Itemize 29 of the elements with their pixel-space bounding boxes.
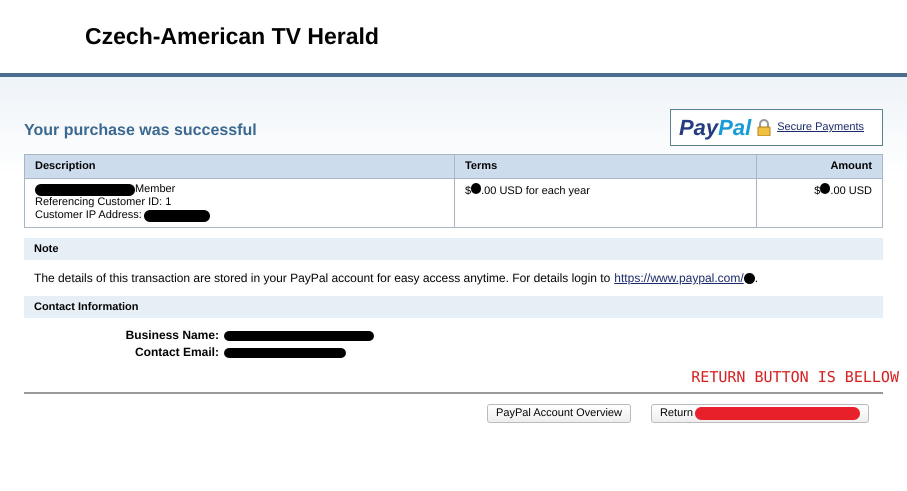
terms-text: .00 USD for each year [481, 184, 590, 199]
return-button[interactable]: Return [650, 404, 869, 422]
padlock-icon [757, 119, 772, 136]
account-overview-button[interactable]: PayPal Account Overview [487, 404, 631, 422]
description-text: Customer IP Address: [35, 209, 142, 222]
terms-text: $ [465, 184, 472, 199]
redaction-mark [820, 183, 830, 194]
column-header: Terms [454, 155, 756, 178]
description-text: Member [135, 183, 176, 196]
site-title: Czech-American TV Herald [85, 22, 379, 52]
section-header: Note [24, 238, 883, 260]
paypal-link[interactable]: https://www.paypal.com/ [614, 269, 744, 287]
column-header: Amount [756, 155, 882, 178]
amount-text: .00 USD [830, 184, 872, 199]
secure-payments-link[interactable]: Secure Payments [777, 119, 864, 136]
annotation-text: RETURN BUTTON IS BELLOW [690, 367, 899, 388]
description-text: Referencing Customer ID: 1 [35, 196, 172, 209]
redaction-mark [744, 272, 755, 284]
success-heading: Your purchase was successful [24, 121, 257, 141]
section-header: Contact Information [24, 296, 883, 318]
column-header: Description [34, 159, 97, 174]
contact-label: Business Name: [124, 327, 220, 344]
note-text: The details of this transaction are stored in your PayPal account for easy access anytime. For details login to [34, 270, 610, 287]
redaction-mark [144, 210, 210, 222]
redaction-mark [471, 183, 482, 194]
amount-text: $ [814, 184, 820, 199]
contact-label: Contact Email: [134, 344, 220, 361]
paypal-logo: PayPal [679, 114, 752, 142]
note-text: . [754, 270, 758, 287]
